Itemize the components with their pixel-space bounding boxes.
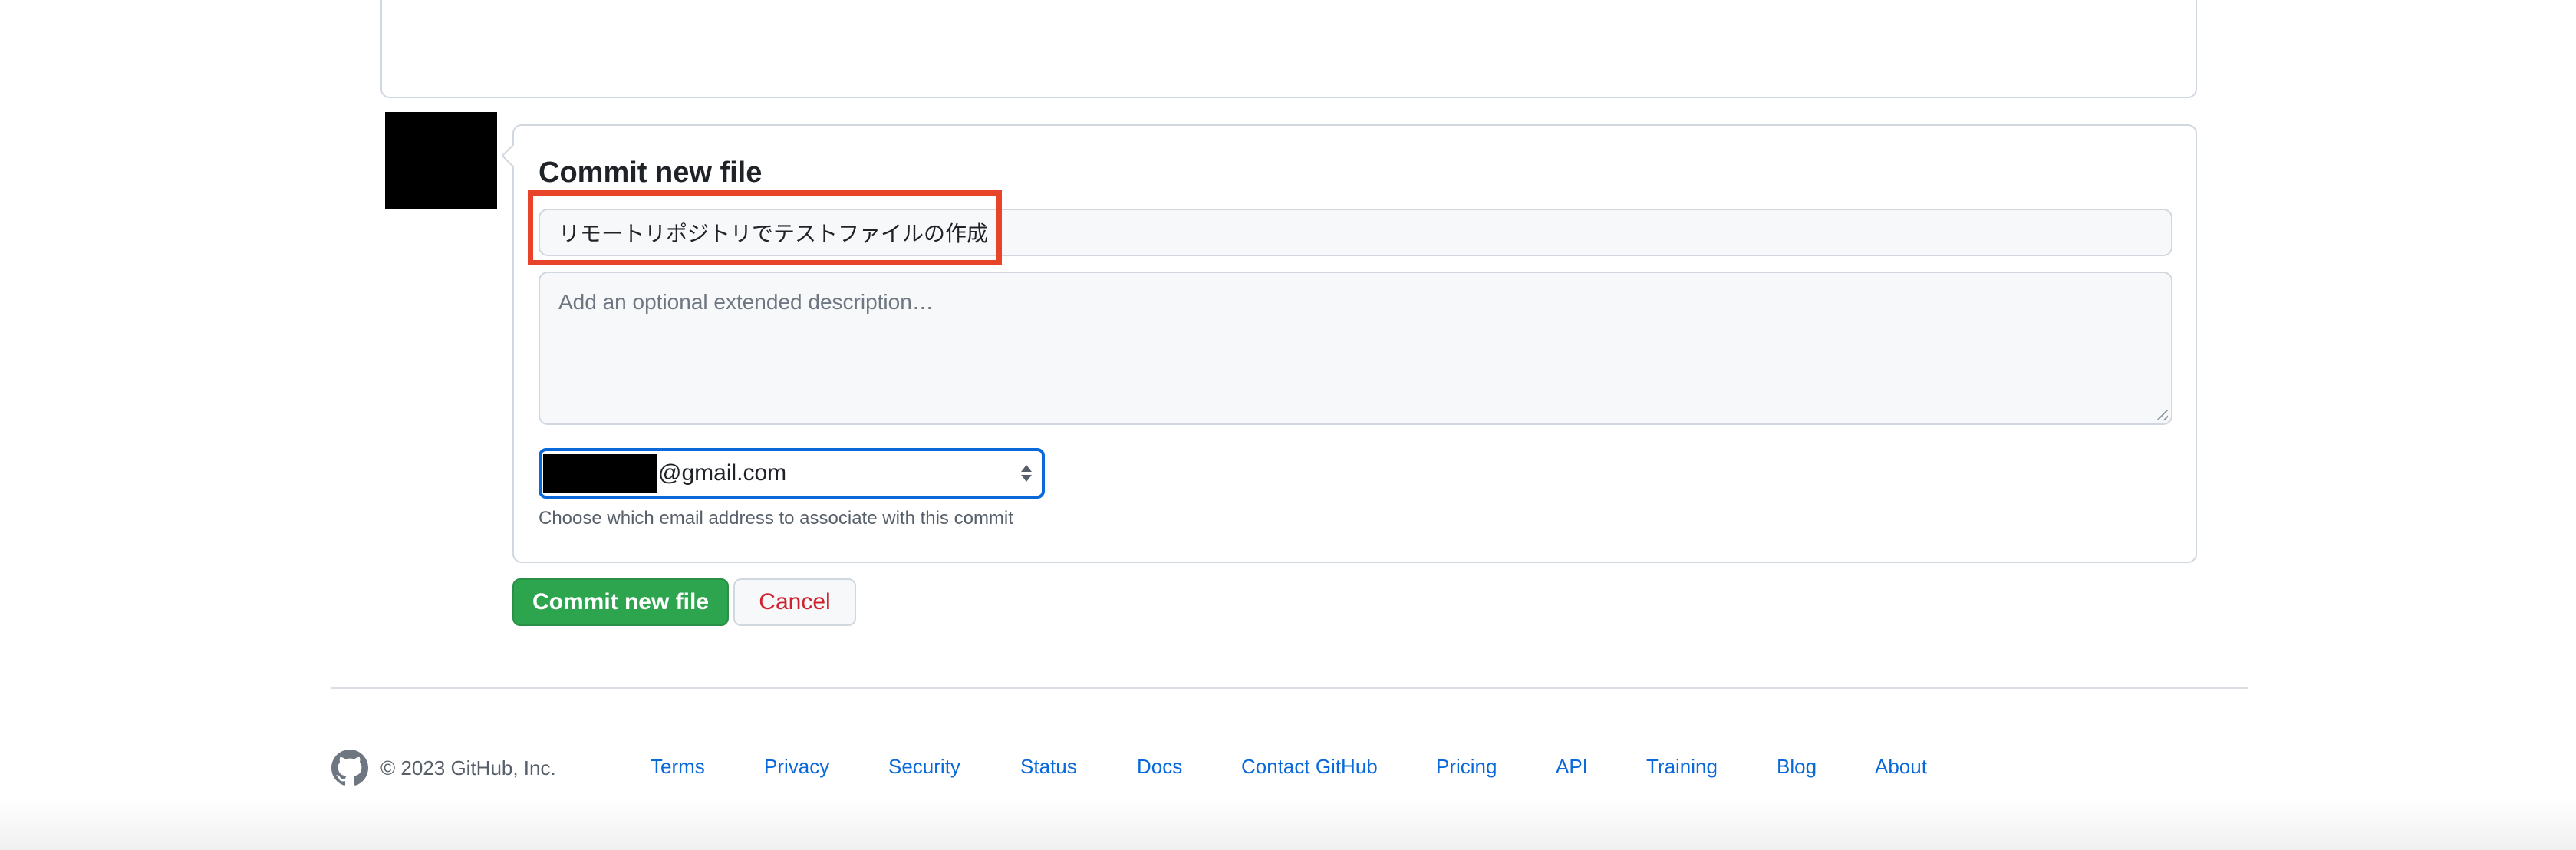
footer-link-terms[interactable]: Terms — [651, 755, 705, 779]
cancel-button[interactable]: Cancel — [733, 578, 856, 626]
bottom-shadow — [0, 798, 2576, 850]
copyright: © 2023 GitHub, Inc. — [380, 756, 556, 779]
commit-form: Commit new file リモートリポジトリでテストファイルの作成 Add… — [501, 124, 2197, 563]
footer-link-security[interactable]: Security — [888, 755, 960, 779]
footer-link-docs[interactable]: Docs — [1137, 755, 1182, 779]
footer-link-pricing[interactable]: Pricing — [1436, 755, 1497, 779]
select-arrows-icon — [1020, 460, 1033, 486]
footer: © 2023 GitHub, Inc. — [331, 749, 556, 787]
footer-link-about[interactable]: About — [1875, 755, 1927, 779]
email-select[interactable]: @gmail.com — [539, 448, 1045, 499]
footer-link-privacy[interactable]: Privacy — [764, 755, 829, 779]
footer-link-contact[interactable]: Contact GitHub — [1241, 755, 1378, 779]
github-logo-icon[interactable] — [331, 750, 368, 786]
footer-link-api[interactable]: API — [1556, 755, 1588, 779]
footer-link-training[interactable]: Training — [1646, 755, 1718, 779]
redacted-email-user — [543, 454, 657, 493]
email-domain: @gmail.com — [658, 460, 787, 486]
commit-box-caret — [501, 143, 525, 168]
commit-new-file-button[interactable]: Commit new file — [512, 578, 729, 626]
commit-description-textarea[interactable]: Add an optional extended description… — [539, 272, 2172, 425]
footer-divider — [331, 687, 2248, 689]
footer-link-blog[interactable]: Blog — [1777, 755, 1817, 779]
footer-link-status[interactable]: Status — [1020, 755, 1077, 779]
commit-summary-input[interactable]: リモートリポジトリでテストファイルの作成 — [539, 209, 2172, 256]
description-placeholder: Add an optional extended description… — [558, 290, 934, 314]
file-editor-box — [380, 0, 2197, 98]
email-note: Choose which email address to associate … — [539, 508, 1013, 529]
commit-title: Commit new file — [539, 156, 763, 189]
resize-handle-icon[interactable] — [2157, 410, 2168, 420]
avatar — [385, 112, 497, 209]
